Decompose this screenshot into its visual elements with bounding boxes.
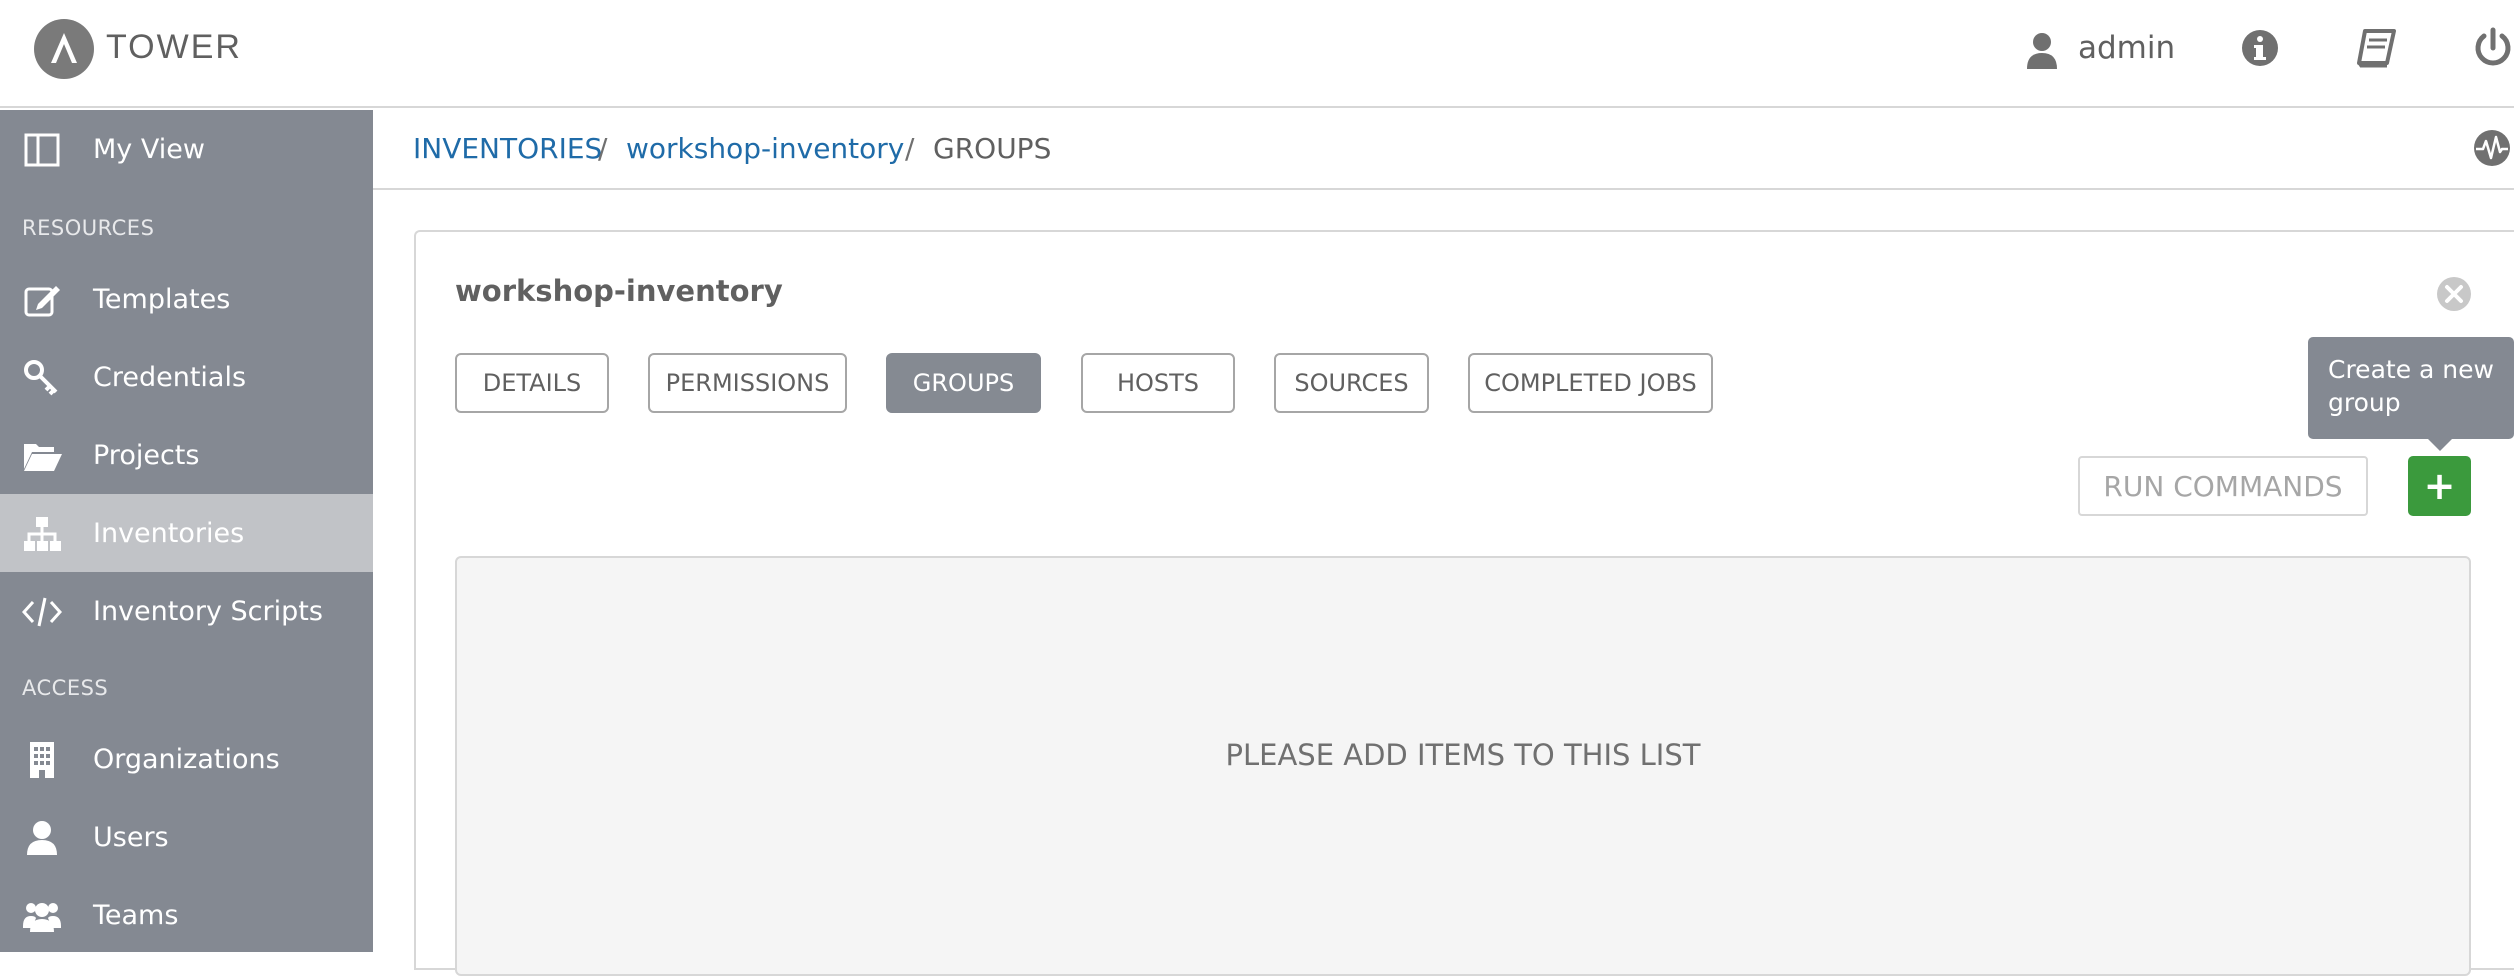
breadcrumb-current: GROUPS (933, 132, 1052, 165)
sidebar-item-label: Projects (93, 440, 200, 471)
tooltip-arrow (2428, 439, 2452, 451)
activity-stream-icon[interactable] (2472, 128, 2512, 172)
sidebar-section-access: ACCESS (22, 676, 109, 700)
tab-groups[interactable]: GROUPS (886, 353, 1041, 413)
tab-hosts[interactable]: HOSTS (1081, 353, 1235, 413)
ansible-logo[interactable] (34, 19, 94, 79)
power-icon[interactable] (2472, 26, 2514, 74)
breadcrumb-separator: / (905, 132, 915, 165)
sidebar-item-label: Inventories (93, 518, 245, 549)
sidebar-item-organizations[interactable]: Organizations (0, 720, 373, 798)
add-group-button[interactable]: + (2408, 456, 2471, 516)
folder-open-icon (24, 444, 62, 471)
close-icon[interactable] (2436, 276, 2472, 316)
tooltip-line: group (2328, 388, 2401, 417)
empty-list-message: PLEASE ADD ITEMS TO THIS LIST (1225, 738, 1701, 772)
key-icon (24, 360, 58, 396)
sidebar-item-inventory-scripts[interactable]: Inventory Scripts (0, 572, 373, 650)
breadcrumb-separator: / (598, 132, 608, 165)
book-icon[interactable] (2355, 28, 2397, 72)
sidebar-section-resources: RESOURCES (22, 216, 155, 240)
user-name-link[interactable]: admin (2078, 30, 2175, 66)
users-icon (23, 903, 61, 932)
sidebar-item-teams[interactable]: Teams (0, 876, 373, 954)
tab-sources[interactable]: SOURCES (1274, 353, 1429, 413)
panel-title: workshop-inventory (455, 274, 783, 308)
sidebar-item-users[interactable]: Users (0, 798, 373, 876)
tab-details[interactable]: DETAILS (455, 353, 609, 413)
sidebar-item-projects[interactable]: Projects (0, 416, 373, 494)
sidebar-item-label: Templates (93, 284, 231, 315)
tab-completed-jobs[interactable]: COMPLETED JOBS (1468, 353, 1713, 413)
sidebar-item-templates[interactable]: Templates (0, 260, 373, 338)
breadcrumb: INVENTORIES / workshop-inventory / GROUP… (373, 110, 2514, 190)
sidebar-item-inventories[interactable]: Inventories (0, 494, 373, 572)
breadcrumb-inventory-link[interactable]: workshop-inventory (626, 132, 904, 165)
building-icon (30, 742, 54, 778)
sitemap-icon (24, 517, 61, 551)
user-icon[interactable] (2026, 32, 2058, 74)
run-commands-button[interactable]: RUN COMMANDS (2078, 456, 2368, 516)
tab-permissions[interactable]: PERMISSIONS (648, 353, 847, 413)
top-header: TOWER admin (0, 0, 2514, 108)
edit-icon (24, 286, 60, 317)
sidebar-item-label: Credentials (93, 362, 247, 393)
groups-list-empty: PLEASE ADD ITEMS TO THIS LIST (455, 556, 2471, 976)
tooltip-line: Create a new (2328, 355, 2494, 384)
sidebar-item-label: Users (93, 822, 169, 853)
columns-icon (24, 133, 60, 167)
sidebar-item-label: My View (93, 134, 205, 165)
info-icon[interactable] (2240, 28, 2280, 72)
breadcrumb-inventories-link[interactable]: INVENTORIES (413, 132, 602, 165)
sidebar-item-label: Inventory Scripts (93, 596, 323, 627)
add-group-tooltip: Create a new group (2308, 337, 2514, 439)
sidebar-item-label: Organizations (93, 744, 280, 775)
sidebar: My View RESOURCES Templates Credentials … (0, 110, 373, 952)
sidebar-item-my-view[interactable]: My View (0, 110, 373, 188)
user-icon (27, 821, 57, 855)
sidebar-item-label: Teams (93, 900, 179, 931)
sidebar-item-credentials[interactable]: Credentials (0, 338, 373, 416)
code-icon (22, 597, 62, 627)
brand-name: TOWER (106, 28, 242, 66)
